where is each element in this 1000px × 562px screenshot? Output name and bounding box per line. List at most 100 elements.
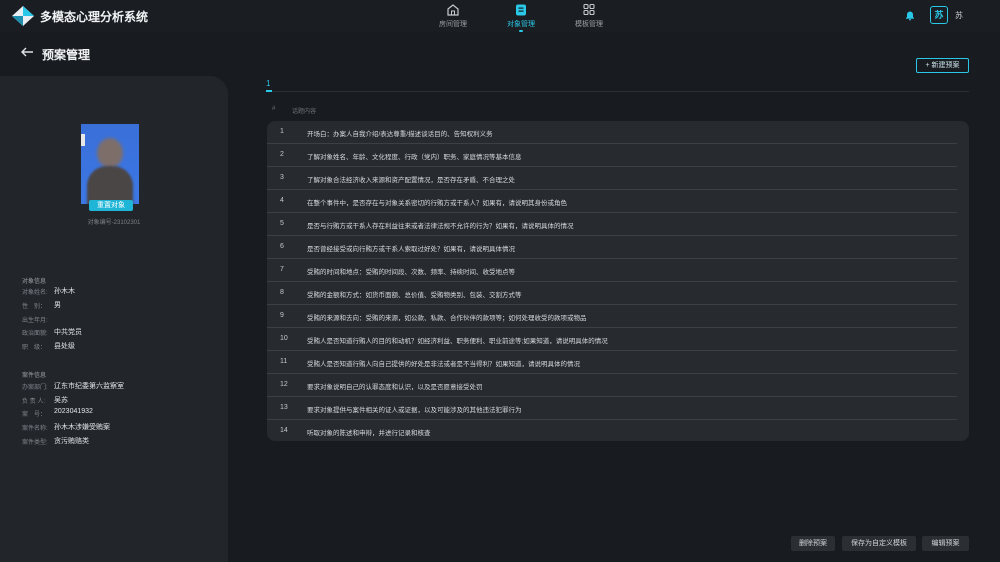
table-row[interactable]: 9 受贿的来源和去向：受贿的来源，如公款、私款、合作伙伴的款项等；如何处理收受的款… <box>267 305 957 328</box>
object-field: 性 别： 男 <box>22 300 61 310</box>
table-row[interactable]: 8 受贿的金额和方式：如货币面额、总价值、受贿物类别、包装、交割方式等 <box>267 282 957 305</box>
new-plan-button[interactable]: + 新建预案 <box>916 58 969 73</box>
row-text: 在整个事件中，是否存在与对象关系密切的行贿方或干系人？如果有，请说明其身份或角色 <box>307 200 567 207</box>
table-row[interactable]: 12 要求对象说明自己的认罪态度和认识，以及是否愿意接受处罚 <box>267 374 957 397</box>
bell-icon[interactable] <box>904 9 916 21</box>
object-id: 对象编号-23102301 <box>87 220 141 226</box>
row-text: 听取对象的陈述和申辩，并进行记录和核查 <box>307 430 431 437</box>
row-number: 13 <box>280 404 288 411</box>
row-text: 了解对象合法经济收入来源和资产配置情况，是否存在矛盾、不合理之处 <box>307 177 515 184</box>
save-as-template-button[interactable]: 保存为自定义模板 <box>842 536 916 551</box>
field-key: 性 别： <box>22 304 47 310</box>
template-icon <box>583 3 595 16</box>
table-row[interactable]: 3 了解对象合法经济收入来源和资产配置情况，是否存在矛盾、不合理之处 <box>267 167 957 190</box>
tab-1[interactable]: 1 <box>266 79 270 88</box>
row-number: 4 <box>280 197 284 204</box>
row-number: 7 <box>280 266 284 273</box>
table-row[interactable]: 11 受贿人是否知道行贿人向自己提供的好处是非法或者是不当得利？如果知道，请说明具… <box>267 351 957 374</box>
row-text: 是否与行贿方或干系人存在利益往来或者法律法规不允许的行为？如果有，请说明具体的情… <box>307 223 574 230</box>
field-value: 男 <box>54 302 61 309</box>
field-value: 吴苏 <box>54 397 68 404</box>
field-value: 辽东市纪委第六监察室 <box>54 383 124 390</box>
back-arrow-icon[interactable] <box>20 46 34 58</box>
user-name[interactable]: 苏 <box>955 10 963 21</box>
row-number: 3 <box>280 174 284 181</box>
column-header-number: # <box>272 106 276 112</box>
table-row[interactable]: 6 是否曾经接受或向行贿方或干系人索取过好处？如果有，请说明具体情况 <box>267 236 957 259</box>
edit-plan-button[interactable]: 编辑预案 <box>922 536 969 551</box>
object-field: 政治面貌: 中共党员 <box>22 327 82 337</box>
nav-room-management[interactable]: 房间管理 <box>428 2 478 32</box>
row-number: 5 <box>280 220 284 227</box>
case-field: 案 号： 2023041932 <box>22 408 93 418</box>
row-text: 受贿人是否知道行贿人向自己提供的好处是非法或者是不当得利？如果知道，请说明具体的… <box>307 361 580 368</box>
field-key: 办案部门: <box>22 385 48 391</box>
row-number: 11 <box>280 358 288 365</box>
table-row[interactable]: 2 了解对象姓名、年龄、文化程度、行政（党内）职务、家庭情况等基本信息 <box>267 144 957 167</box>
nav-object-management[interactable]: 对象管理 <box>496 2 546 32</box>
row-text: 要求对象说明自己的认罪态度和认识，以及是否愿意接受处罚 <box>307 384 483 391</box>
nav-label: 房间管理 <box>439 21 467 28</box>
object-photo <box>81 124 139 204</box>
row-text: 开场白：办案人自我介绍/表达尊重/描述谈话目的、告知权利义务 <box>307 131 493 138</box>
table-row[interactable]: 10 受贿人是否知道行贿人的目的和动机？如经济利益、职务便利、职业前途等;如果知道… <box>267 328 957 351</box>
row-number: 2 <box>280 151 284 158</box>
field-value: 孙木木 <box>54 288 75 295</box>
active-tab-indicator <box>266 90 272 92</box>
row-text: 是否曾经接受或向行贿方或干系人索取过好处？如果有，请说明具体情况 <box>307 246 515 253</box>
row-number: 14 <box>280 427 288 434</box>
nav-label: 对象管理 <box>507 21 535 28</box>
field-key: 案件名称: <box>22 426 48 432</box>
field-value: 贪污贿赂类 <box>54 438 89 445</box>
field-value: 孙木木涉嫌受贿案 <box>54 424 110 431</box>
reset-object-button[interactable]: 重置对象 <box>89 200 133 211</box>
field-key: 政治面貌: <box>22 331 48 337</box>
person-card-icon <box>516 4 526 16</box>
table-row[interactable]: 4 在整个事件中，是否存在与对象关系密切的行贿方或干系人？如果有，请说明其身份或角… <box>267 190 957 213</box>
case-info-title: 案件信息 <box>22 373 47 379</box>
field-key: 案件类型: <box>22 440 48 446</box>
row-text: 受贿的来源和去向：受贿的来源，如公款、私款、合作伙伴的款项等；如何处理收受的款项… <box>307 315 587 322</box>
case-field: 办案部门: 辽东市纪委第六监察室 <box>22 381 124 391</box>
row-number: 6 <box>280 243 284 250</box>
user-avatar[interactable]: 苏 <box>930 6 948 24</box>
row-text: 要求对象提供与案件相关的证人或证据，以及可能涉及的其他违法犯罪行为 <box>307 407 522 414</box>
field-key: 对象姓名: <box>22 290 48 296</box>
row-number: 12 <box>280 381 288 388</box>
row-number: 1 <box>280 128 284 135</box>
nav-template-management[interactable]: 模板管理 <box>564 2 614 32</box>
row-text: 受贿人是否知道行贿人的目的和动机？如经济利益、职务便利、职业前途等;如果知道，请… <box>307 338 608 345</box>
field-value: 2023041932 <box>54 408 93 415</box>
table-row[interactable]: 14 听取对象的陈述和申辩，并进行记录和核查 <box>267 420 957 443</box>
row-text: 受贿的时间和地点：受贿的时间段、次数、频率、持续时间、收受地点等 <box>307 269 515 276</box>
object-field: 职 级： 县处级 <box>22 341 75 351</box>
field-key: 出生年月: <box>22 318 48 324</box>
app-logo-icon <box>12 6 34 26</box>
page-title: 预案管理 <box>42 48 91 62</box>
case-field: 负 责 人: 吴苏 <box>22 395 68 405</box>
object-field: 对象姓名: 孙木木 <box>22 286 75 296</box>
row-number: 9 <box>280 312 284 319</box>
row-text: 了解对象姓名、年龄、文化程度、行政（党内）职务、家庭情况等基本信息 <box>307 154 522 161</box>
field-value: 县处级 <box>54 343 75 350</box>
row-text: 受贿的金额和方式：如货币面额、总价值、受贿物类别、包装、交割方式等 <box>307 292 522 299</box>
table-row[interactable]: 1 开场白：办案人自我介绍/表达尊重/描述谈话目的、告知权利义务 <box>267 121 957 144</box>
field-key: 职 级： <box>22 345 47 351</box>
table-row[interactable]: 13 要求对象提供与案件相关的证人或证据，以及可能涉及的其他违法犯罪行为 <box>267 397 957 420</box>
row-number: 10 <box>280 335 288 342</box>
table-row[interactable]: 7 受贿的时间和地点：受贿的时间段、次数、频率、持续时间、收受地点等 <box>267 259 957 282</box>
home-icon <box>447 4 459 16</box>
row-number: 8 <box>280 289 284 296</box>
case-field: 案件类型: 贪污贿赂类 <box>22 436 89 446</box>
top-bar: 多模态心理分析系统 房间管理 对象管理 模板管理 苏 苏 <box>0 0 1000 32</box>
column-header-content: 话题内容 <box>292 109 317 115</box>
field-key: 负 责 人: <box>22 399 46 405</box>
main-nav: 房间管理 对象管理 模板管理 <box>428 2 614 32</box>
topic-table: 1 开场白：办案人自我介绍/表达尊重/描述谈话目的、告知权利义务 2 了解对象姓名、… <box>267 121 969 441</box>
app-title: 多模态心理分析系统 <box>40 10 149 24</box>
table-row[interactable]: 5 是否与行贿方或干系人存在利益往来或者法律法规不允许的行为？如果有，请说明具体的… <box>267 213 957 236</box>
case-field: 案件名称: 孙木木涉嫌受贿案 <box>22 422 110 432</box>
object-info-title: 对象信息 <box>22 279 47 285</box>
object-field: 出生年月: <box>22 314 54 324</box>
delete-plan-button[interactable]: 删除预案 <box>791 536 835 551</box>
